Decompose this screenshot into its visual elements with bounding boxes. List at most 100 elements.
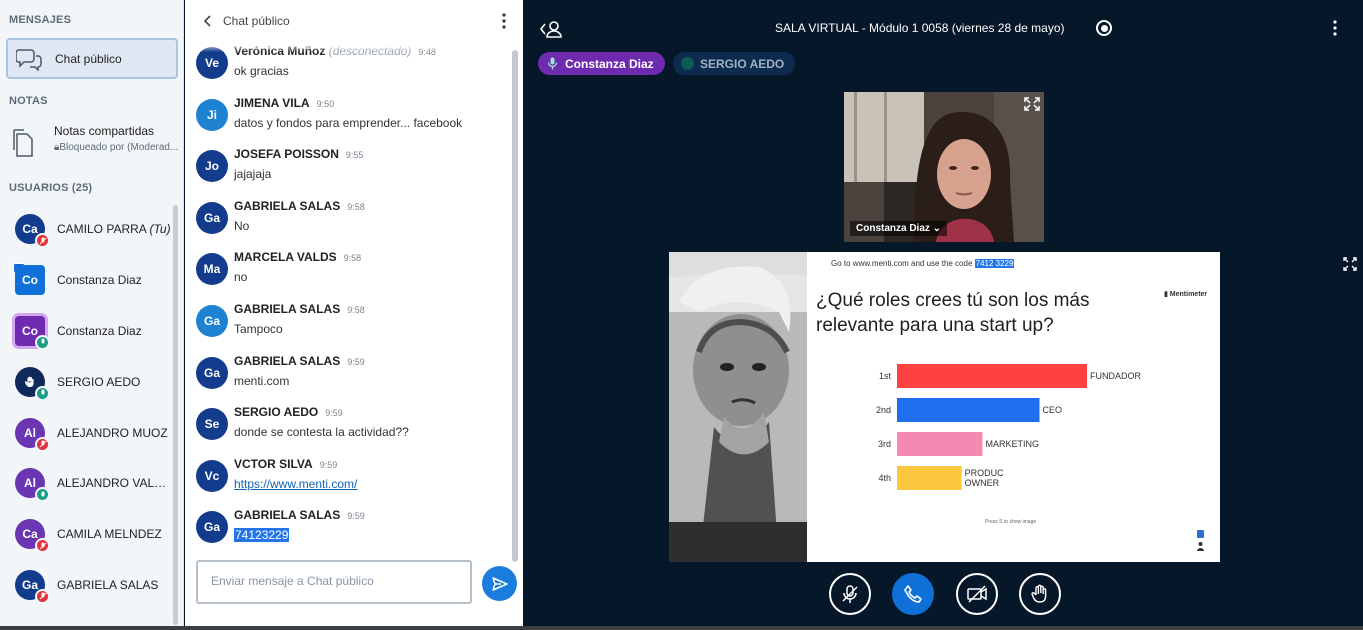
talking-user-name: Constanza Diaz [565,56,654,71]
user-avatar-initials: Ca [22,527,38,542]
user-avatar-initials: Co [22,323,38,338]
camera-off-icon [967,585,987,603]
sidebar-scrollbar[interactable] [173,205,178,625]
user-list-toggle-icon[interactable] [540,19,562,39]
message-text: Tampoco [234,321,283,336]
user-row[interactable]: SERGIO AEDO [0,356,176,407]
chart-category-label: 2nd [876,405,891,415]
microphone-muted-icon [35,588,50,604]
public-chat-item[interactable]: Chat público [6,38,178,79]
chart-bar [897,398,1040,422]
fullscreen-presentation-icon[interactable] [1343,257,1357,271]
message-text: ok gracias [234,64,289,78]
user-row[interactable]: Co Constanza Diaz [0,255,176,306]
user-avatar: Al [15,417,50,452]
message-avatar: Se [196,408,228,441]
raise-hand-button[interactable] [1019,573,1061,615]
user-avatar: Ga [15,569,50,604]
user-name-text: GABRIELA SALAS [57,577,159,592]
users-section-title: USUARIOS (25) [9,182,93,194]
chat-messages: VeVerónica Muñoz (desconectado)9:48ok gr… [185,40,515,556]
chart-bar-label: PRODUC [965,468,1005,478]
message-sender: GABRIELA SALAS 9:59 [234,508,365,522]
user-row[interactable]: Co Constanza Diaz [0,306,176,357]
shared-notes-label: Notas compartidas [54,124,155,138]
chat-message: Se SERGIO AEDO 9:59 donde se contesta la ac… [185,401,515,453]
message-sender-name: SERGIO AEDO [234,405,319,420]
message-avatar: Ji [196,98,228,131]
chat-message: Ga GABRIELA SALAS 9:59 74123229 [185,504,515,556]
chat-options-icon[interactable] [502,13,506,29]
user-avatar-initials: Ga [21,577,38,592]
microphone-icon [35,334,50,350]
hand-icon [1031,584,1047,603]
user-row[interactable]: Ga GABRIELA SALAS [0,560,176,611]
leave-audio-button[interactable] [892,573,934,615]
message-link[interactable]: https://www.menti.com/ [234,477,357,491]
room-title: SALA VIRTUAL - Módulo 1 0058 (viernes 28… [775,21,1065,35]
user-avatar: Ca [15,214,50,249]
presentation-slide: Go to www.menti.com and use the code 741… [669,252,1220,562]
message-sender: GABRIELA SALAS 9:58 [234,199,365,213]
chart-category-label: 3rd [878,439,891,449]
shared-notes-item[interactable]: Notas compartidas 🔒︎Bloqueado por (Moder… [9,124,181,164]
message-time: 9:58 [343,253,362,264]
document-icon [13,129,33,157]
user-name-text: SERGIO AEDO [57,374,141,389]
message-sender-name: JOSEFA POISSON [234,147,339,162]
talking-indicator[interactable]: Constanza Diaz [538,52,665,75]
send-icon [491,576,508,591]
record-button[interactable] [1096,20,1112,36]
user-row[interactable]: Ca CAMILO PARRA (Tu) [0,204,176,255]
user-you-marker: (Tu) [149,222,171,237]
user-name-text: ALEJANDRO MUOZ [57,425,168,440]
chart-bar [897,364,1087,388]
talking-user-name: SERGIO AEDO [700,56,785,71]
send-message-button[interactable] [482,566,517,601]
message-time: 9:59 [319,459,338,470]
chat-message-input[interactable]: Enviar mensaje a Chat público [196,560,472,604]
message-sender-name: JIMENA VILA [234,95,310,110]
webcam-frame-image [844,92,1044,242]
chat-message: Ma MARCELA VALDS 9:58 no [185,246,515,298]
message-sender: JIMENA VILA 9:50 [234,96,334,110]
chat-scrollbar[interactable] [512,50,518,562]
message-time: 9:59 [325,408,343,419]
chat-message: Ga GABRIELA SALAS 9:58 No [185,195,515,247]
chat-title: Chat público [223,14,290,28]
chart-bar-label: FUNDADOR [1090,371,1141,381]
messages-section-title: MENSAJES [9,14,72,26]
message-avatar: Ga [196,356,228,389]
webcam-video[interactable]: Constanza Diaz ⌄ [844,92,1044,242]
user-row[interactable]: Ca CAMILA MELNDEZ [0,509,176,560]
talking-indicator[interactable]: SERGIO AEDO [673,52,796,75]
fullscreen-icon[interactable] [1024,97,1040,111]
user-name: Constanza Diaz [57,324,142,338]
share-webcam-button[interactable] [956,573,998,615]
microphone-muted-icon [35,233,50,249]
user-row[interactable]: Al ALEJANDRO MUOZ [0,407,176,458]
chat-message: Jo JOSEFA POISSON 9:55 jajajaja [185,143,515,195]
chevron-left-icon[interactable] [201,14,215,28]
audience-icon [1197,530,1204,551]
message-sender: VCTOR SILVA 9:59 [234,457,337,471]
shared-notes-status-text: Bloqueado por (Moderad... [59,142,179,153]
message-sender: GABRIELA SALAS 9:59 [234,354,365,368]
shared-notes-status: 🔒︎Bloqueado por (Moderad... [54,142,178,153]
message-sender-name: MARCELA VALDS [234,250,337,265]
webcam-user-label[interactable]: Constanza Diaz ⌄ [850,221,948,236]
options-menu-icon[interactable] [1333,20,1337,36]
user-avatar-initials: Al [24,425,36,440]
user-name: Constanza Diaz [57,273,142,287]
user-row[interactable]: Al ALEJANDRO VALEN... [0,458,176,509]
microphone-icon [681,57,694,70]
message-sender: MARCELA VALDS 9:58 [234,250,361,264]
left-sidebar: MENSAJES Chat público NOTAS Notas compar… [0,0,184,626]
message-avatar: Jo [196,150,228,183]
chat-message: Ji JIMENA VILA 9:50 datos y fondos para emp… [185,92,515,144]
headphones-icon [35,487,50,503]
chart-bar-label: CEO [1043,405,1063,415]
mute-microphone-button[interactable] [829,573,871,615]
slide-footer-hint: Press S to show image [985,519,1037,525]
message-time: 9:50 [316,98,335,109]
